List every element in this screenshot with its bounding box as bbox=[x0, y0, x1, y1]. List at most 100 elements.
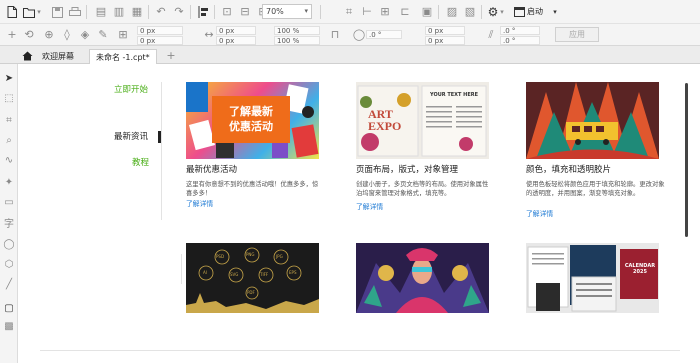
content-scrollbar[interactable] bbox=[685, 83, 688, 237]
new-document-icon[interactable] bbox=[5, 5, 19, 19]
angle-a-field[interactable]: .0 ° bbox=[500, 26, 540, 35]
toolbar-separator bbox=[148, 5, 149, 19]
card-learn-more-link[interactable]: 了解详情 bbox=[356, 203, 383, 212]
rulers-icon[interactable]: ⊏ bbox=[398, 5, 412, 19]
document-tab-bar: 欢迎屏幕 未命名 -1.cpt* + bbox=[0, 46, 700, 64]
freehand-tool-icon[interactable]: ∿ bbox=[2, 154, 16, 168]
link-text: 了解详情 bbox=[526, 210, 554, 218]
pos-y-field[interactable]: 0 px bbox=[425, 36, 465, 45]
publish-icon[interactable]: ▦ bbox=[130, 5, 144, 19]
freehand-pick-icon[interactable]: ⬚ bbox=[2, 92, 16, 106]
settings-dropdown-icon[interactable]: ▾ bbox=[498, 5, 506, 19]
shape-icon[interactable]: ◊ bbox=[60, 28, 74, 42]
text-tool-icon[interactable]: 字 bbox=[2, 218, 16, 232]
nav-tutorials[interactable]: 教程 bbox=[132, 157, 149, 169]
pos-x-field[interactable]: 0 px bbox=[425, 26, 465, 35]
angle-b-field[interactable]: .0 ° bbox=[500, 36, 540, 45]
card-title-text: 最新优惠活动 bbox=[186, 165, 238, 175]
transform-icon[interactable]: ⟲ bbox=[22, 28, 36, 42]
bounding-box-icon[interactable]: ▣ bbox=[420, 5, 434, 19]
align-icon[interactable] bbox=[197, 5, 211, 19]
y-value: 0 px bbox=[140, 37, 156, 45]
open-folder-icon[interactable] bbox=[22, 5, 36, 19]
rectangle-tool-icon[interactable]: ▭ bbox=[2, 196, 16, 210]
new-tab-icon[interactable]: + bbox=[164, 49, 178, 63]
nav-label: 教程 bbox=[132, 158, 150, 168]
card-learn-more-link[interactable]: 了解详情 bbox=[186, 200, 213, 209]
launch-dropdown-icon[interactable]: ▾ bbox=[551, 5, 559, 19]
crop-tool-icon[interactable]: ⌗ bbox=[2, 114, 16, 128]
pick-tool-icon[interactable]: ➤ bbox=[2, 72, 16, 86]
tab-untitled-document[interactable]: 未命名 -1.cpt* bbox=[89, 49, 157, 64]
smart-fill-icon[interactable]: ✦ bbox=[2, 176, 16, 190]
card-description: 使用色板轻松将颜色应用于填充和轮廓。更改对象的透明度，并用图案，渐变等填充对象。 bbox=[526, 180, 666, 198]
calendar-title: CALENDAR 2025 bbox=[624, 263, 656, 275]
import-icon[interactable]: ▤ bbox=[94, 5, 108, 19]
file-formats-card-image[interactable]: PSD PNG JPG SVG TIFF EPS AI PDF bbox=[186, 243, 319, 313]
zoom-select[interactable]: 70% ▾ bbox=[262, 4, 312, 19]
scale-width-field[interactable]: 100 % bbox=[274, 26, 320, 35]
grid-icon[interactable]: ⊞ bbox=[378, 5, 392, 19]
export-icon[interactable]: ▥ bbox=[112, 5, 126, 19]
property-bar: + ⟲ ⊕ ◊ ◈ ✎ ⊞ 0 px 0 px ↔ 0 px 0 px 100 … bbox=[0, 24, 700, 46]
scale-height-field[interactable]: 100 % bbox=[274, 36, 320, 45]
scale-width-value: 100 % bbox=[277, 27, 300, 35]
calendar-card-image[interactable]: CALENDAR 2025 bbox=[526, 243, 659, 313]
copy-icon[interactable]: ⊕ bbox=[42, 28, 56, 42]
color-illustration bbox=[526, 82, 659, 159]
tab-label: 未命名 -1.cpt* bbox=[96, 53, 150, 62]
rotate-icon: ◯ bbox=[352, 28, 366, 41]
wireframe-icon[interactable]: ▧ bbox=[463, 5, 477, 19]
x-field[interactable]: 0 px bbox=[137, 26, 183, 35]
card-desc-text: 创建小册子，多页文档等的布局。使用对象属性泊坞窗来管理对象格式，填充等。 bbox=[356, 181, 489, 197]
guides-icon[interactable]: ⊢ bbox=[360, 5, 374, 19]
portrait-illustration bbox=[356, 248, 489, 313]
illustration-card-image[interactable] bbox=[356, 243, 489, 313]
launch-button[interactable]: 启动 bbox=[527, 4, 543, 19]
width-value: 0 px bbox=[219, 27, 235, 35]
toolbar-separator bbox=[320, 5, 321, 19]
undo-icon[interactable]: ↶ bbox=[154, 5, 168, 19]
card-desc-text: 使用色板轻松将颜色应用于填充和轮廓。更改对象的透明度，并用图案，渐变等填充对象。 bbox=[526, 181, 665, 197]
redo-icon[interactable]: ↷ bbox=[172, 5, 186, 19]
card-title-text: 页面布局，版式，对象管理 bbox=[356, 165, 459, 175]
zoom-tool-icon[interactable]: ⌕ bbox=[2, 134, 16, 148]
height-field[interactable]: 0 px bbox=[216, 36, 256, 45]
layout-card-image[interactable]: ART EXPO YOUR TEXT HERE bbox=[356, 82, 489, 159]
save-icon[interactable] bbox=[50, 5, 64, 19]
apply-button[interactable]: 应用 bbox=[555, 27, 599, 42]
fill-tool-icon[interactable]: ▩ bbox=[2, 320, 16, 334]
promo-line-2: 优惠活动 bbox=[229, 120, 273, 133]
lock-icon[interactable]: ⊓ bbox=[328, 28, 342, 42]
add-icon[interactable]: + bbox=[5, 28, 19, 42]
print-icon[interactable] bbox=[68, 5, 82, 19]
format-label-ai: AI bbox=[203, 270, 207, 275]
apply-label: 应用 bbox=[569, 30, 585, 39]
nav-divider-tick bbox=[181, 254, 182, 284]
fill-icon[interactable]: ◈ bbox=[78, 28, 92, 42]
connector-tool-icon[interactable]: ╱ bbox=[2, 278, 16, 292]
lock-ratio-icon[interactable]: ⊞ bbox=[116, 28, 130, 42]
to-back-icon[interactable]: ⊟ bbox=[238, 5, 252, 19]
format-label-svg: SVG bbox=[230, 272, 239, 277]
card-title: 最新优惠活动 bbox=[186, 165, 237, 176]
outline-tool-icon[interactable]: ▢ bbox=[2, 302, 16, 316]
open-dropdown-icon[interactable]: ▾ bbox=[35, 5, 43, 19]
rotate-field[interactable]: .0 ° bbox=[366, 30, 402, 39]
nav-latest-news[interactable]: 最新资讯 bbox=[114, 131, 148, 143]
y-field[interactable]: 0 px bbox=[137, 36, 183, 45]
card-title: 页面布局，版式，对象管理 bbox=[356, 165, 458, 176]
snap-icon[interactable]: ⌗ bbox=[342, 5, 356, 19]
eyedropper-icon[interactable]: ✎ bbox=[96, 28, 110, 42]
home-icon[interactable] bbox=[20, 49, 34, 63]
nav-get-started[interactable]: 立即开始 bbox=[114, 84, 148, 96]
card-learn-more-link[interactable]: 了解详情 bbox=[526, 210, 553, 219]
width-field[interactable]: 0 px bbox=[216, 26, 256, 35]
polygon-tool-icon[interactable]: ⬡ bbox=[2, 258, 16, 272]
hatch-icon[interactable]: ▨ bbox=[445, 5, 459, 19]
tab-welcome-screen[interactable]: 欢迎屏幕 bbox=[36, 49, 80, 64]
color-fill-card-image[interactable] bbox=[526, 82, 659, 159]
launch-label: 启动 bbox=[527, 7, 543, 16]
to-front-icon[interactable]: ⊡ bbox=[220, 5, 234, 19]
ellipse-tool-icon[interactable]: ◯ bbox=[2, 238, 16, 252]
